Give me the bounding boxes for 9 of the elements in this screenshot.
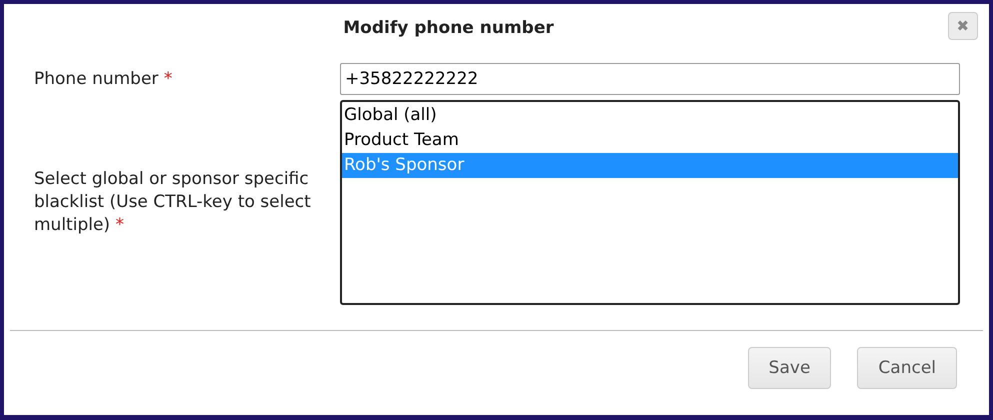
- blacklist-listbox[interactable]: Global (all) Product Team Rob's Sponsor: [340, 100, 960, 305]
- list-option[interactable]: Global (all): [342, 103, 958, 128]
- list-option[interactable]: Product Team: [342, 128, 958, 153]
- field-label: Phone number *: [34, 68, 172, 88]
- cancel-button[interactable]: Cancel: [857, 347, 957, 389]
- save-button[interactable]: Save: [748, 347, 832, 389]
- field-label: Select global or sponsor specific blacklist (Use CTRL-key to select multiple) *: [34, 169, 311, 235]
- phone-input-field[interactable]: +35822222222: [340, 63, 960, 95]
- dialog-title: Modify phone number: [343, 18, 554, 38]
